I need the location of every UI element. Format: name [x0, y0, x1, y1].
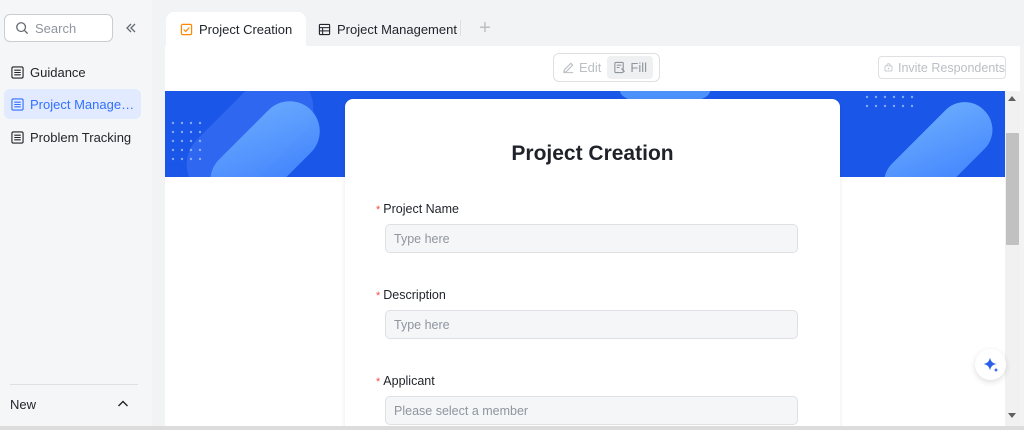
field-label-text: Project Name: [383, 202, 460, 216]
sidebar-item-problem-tracking[interactable]: Problem Tracking: [4, 122, 141, 152]
sidebar-item-project-management[interactable]: Project Managem...: [4, 89, 141, 119]
project-name-input[interactable]: [385, 224, 798, 253]
applicant-member-select[interactable]: [385, 396, 798, 425]
field-label-applicant: * Applicant: [376, 374, 435, 388]
invite-label: Invite Respondents: [897, 60, 1005, 75]
sidebar-item-label: Problem Tracking: [30, 129, 132, 145]
grid-table-icon: [318, 23, 331, 35]
fill-form-icon: [614, 61, 626, 74]
add-tab-button[interactable]: +: [475, 18, 495, 38]
scroll-down-arrow[interactable]: [1008, 413, 1016, 418]
edit-label: Edit: [579, 60, 602, 75]
tab-bar: Project Creation Project Management +: [152, 0, 1024, 46]
new-button[interactable]: New: [10, 396, 130, 412]
new-label: New: [10, 396, 37, 412]
scroll-up-arrow[interactable]: [1008, 96, 1016, 101]
search-input[interactable]: [35, 20, 105, 36]
chevron-up-icon: [118, 400, 128, 407]
sidebar-item-guidance[interactable]: Guidance: [4, 57, 141, 87]
table-icon: [11, 65, 24, 79]
required-marker: *: [376, 376, 381, 388]
mode-switch: Edit Fill: [553, 53, 660, 82]
description-input[interactable]: [385, 310, 798, 339]
sidebar-item-label: Guidance: [30, 64, 86, 80]
invite-respondents-button[interactable]: Invite Respondents: [878, 56, 1006, 79]
scroll-thumb[interactable]: [1006, 133, 1019, 245]
edit-mode-button[interactable]: Edit: [556, 56, 607, 79]
field-label-text: Applicant: [383, 374, 435, 388]
search-icon: [16, 22, 28, 34]
ai-assistant-button[interactable]: [975, 349, 1006, 380]
required-marker: *: [376, 204, 381, 216]
collapse-sidebar-button[interactable]: [123, 20, 139, 36]
sparkle-icon: [983, 357, 998, 372]
form-toolbar: Edit Fill Invite Respondents: [165, 46, 1020, 90]
fill-mode-button[interactable]: Fill: [607, 56, 654, 79]
tab-separator: [460, 20, 461, 36]
field-label-text: Description: [383, 288, 446, 302]
window-bottom-edge: [0, 426, 1024, 430]
tab-project-management[interactable]: Project Management: [304, 12, 471, 46]
invite-lock-icon: [884, 63, 893, 72]
sidebar: Guidance Project Managem... Problem Trac…: [0, 0, 152, 426]
sidebar-divider: [10, 384, 138, 385]
search-box[interactable]: [4, 14, 113, 42]
field-label-project-name: * Project Name: [376, 202, 459, 216]
sidebar-item-label: Project Managem...: [30, 96, 141, 112]
tab-label: Project Management: [337, 21, 457, 37]
tab-project-creation[interactable]: Project Creation: [166, 12, 307, 46]
fill-label: Fill: [630, 60, 648, 75]
form-title: Project Creation: [511, 142, 674, 165]
form-card: Project Creation *Project Name *Descript…: [345, 99, 840, 426]
vertical-scrollbar[interactable]: [1005, 91, 1020, 426]
table-icon: [11, 130, 24, 144]
double-chevron-left-icon: [126, 23, 136, 33]
table-icon: [11, 97, 24, 111]
content-area: Edit Fill Invite Respondents Project Cre…: [165, 46, 1020, 426]
form-check-icon: [180, 23, 193, 35]
field-label-description: * Description: [376, 288, 446, 302]
pencil-icon: [563, 62, 574, 74]
required-marker: *: [376, 290, 381, 302]
tab-label: Project Creation: [199, 21, 293, 37]
